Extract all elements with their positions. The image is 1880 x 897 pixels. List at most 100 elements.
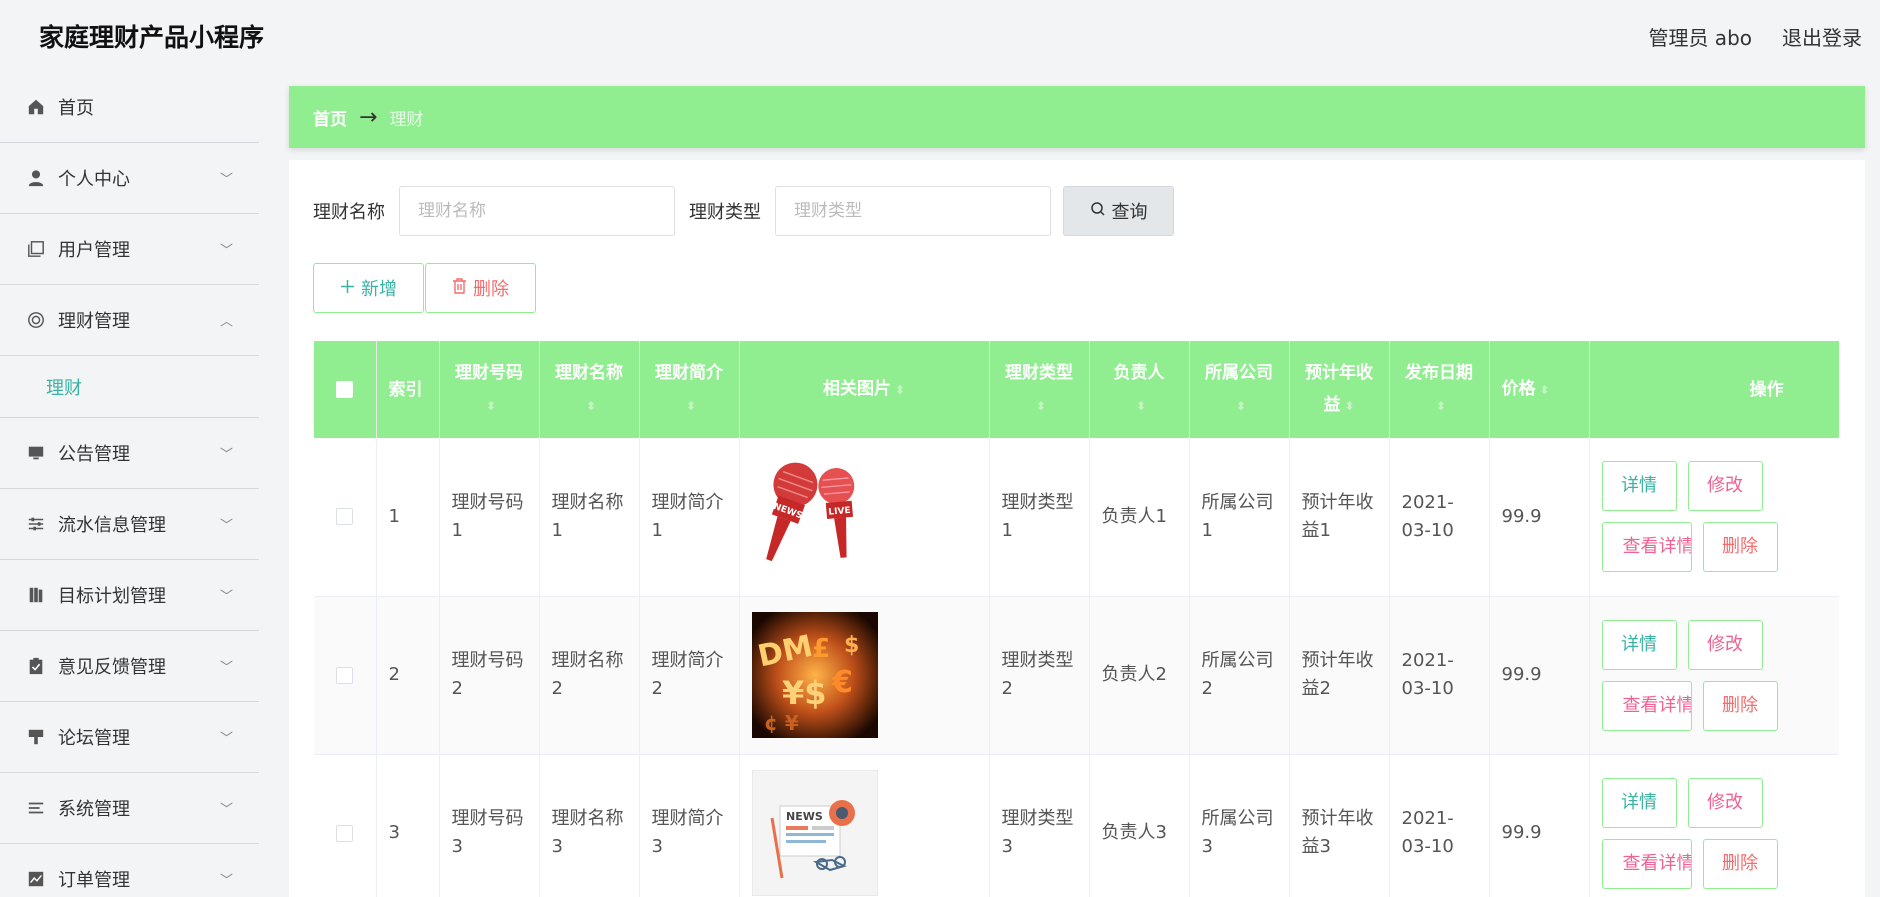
header-owner[interactable]: 负责人 ⬍ [1089,341,1190,438]
view-detail-button[interactable]: 查看详情 [1601,680,1692,731]
svg-text:€: € [831,665,853,700]
name-search-input[interactable] [399,186,675,236]
monitor-icon [26,443,46,463]
logout-link[interactable]: 退出登录 [1782,22,1862,51]
header-yield[interactable]: 预计年收益 ⬍ [1289,341,1390,438]
svg-text:¥$: ¥$ [782,674,827,712]
row-checkbox-cell [314,438,377,597]
view-detail-button[interactable]: 查看详情 [1601,522,1692,573]
header-label: 预计年收益 [1305,363,1373,415]
copy-icon [26,239,46,259]
header-label: 价格 [1501,379,1536,399]
row-checkbox[interactable] [336,824,354,842]
chevron-down-icon: ﹀ [219,518,233,534]
sort-icon[interactable]: ⬍ [686,390,696,422]
delete-button[interactable]: 删除 [425,263,536,313]
cell-yield: 预计年收益3 [1289,754,1390,897]
sidebar-item-label: 理财管理 [58,311,130,332]
sidebar-item-announcement[interactable]: 公告管理 ﹀ [0,418,259,489]
sort-icon[interactable]: ⬍ [1136,390,1146,422]
sidebar-item-label: 公告管理 [58,444,130,465]
cell-owner: 负责人2 [1089,596,1190,755]
sidebar-item-goal-plan[interactable]: 目标计划管理 ﹀ [0,560,259,631]
sidebar-item-home[interactable]: 首页 [0,72,259,143]
header-code[interactable]: 理财号码 ⬍ [439,341,540,438]
cell-type: 理财类型2 [989,596,1090,755]
sidebar-item-user-management[interactable]: 用户管理 ﹀ [0,214,259,285]
sort-icon[interactable]: ⬍ [1236,390,1246,422]
select-all-checkbox[interactable] [336,381,354,398]
sort-icon[interactable]: ⬍ [586,390,596,422]
cell-index: 3 [376,754,440,897]
header-image[interactable]: 相关图片 ⬍ [739,341,990,438]
sort-icon[interactable]: ⬍ [1344,390,1354,422]
edit-button[interactable]: 修改 [1687,777,1763,828]
edit-button[interactable]: 修改 [1687,619,1763,670]
detail-button[interactable]: 详情 [1601,461,1677,512]
header-label: 操作 [1749,379,1784,400]
sort-icon[interactable]: ⬍ [486,390,496,422]
row-checkbox[interactable] [336,666,354,684]
detail-button[interactable]: 详情 [1601,777,1677,828]
detail-button[interactable]: 详情 [1601,619,1677,670]
current-user: 管理员 abo [1648,26,1752,50]
sidebar-item-feedback[interactable]: 意见反馈管理 ﹀ [0,631,259,702]
cell-company: 所属公司3 [1189,754,1290,897]
row-delete-button[interactable]: 删除 [1702,838,1778,889]
header-date[interactable]: 发布日期 ⬍ [1389,341,1490,438]
sidebar-item-forum[interactable]: 论坛管理 ﹀ [0,702,259,773]
header-label: 理财号码 [455,363,523,383]
sidebar-item-label: 用户管理 [58,240,130,261]
table-row: 1 理财号码1 理财名称1 理财简介1 NEWS LIVE 理财类型1 负责人1… [314,438,1839,597]
row-checkbox[interactable] [336,508,354,526]
sidebar-item-personal-center[interactable]: 个人中心 ﹀ [0,143,259,214]
sort-icon[interactable]: ⬍ [1540,374,1550,406]
add-button[interactable]: 新增 [313,263,424,313]
sort-icon[interactable]: ⬍ [895,374,905,406]
sort-icon[interactable]: ⬍ [1436,390,1446,422]
header-right: 管理员 abo 退出登录 [1648,22,1862,51]
sidebar-item-label: 论坛管理 [58,728,130,749]
chevron-up-icon: ︿ [219,314,233,330]
header-type[interactable]: 理财类型 ⬍ [989,341,1090,438]
view-detail-button[interactable]: 查看详情 [1601,838,1692,889]
cell-company: 所属公司1 [1189,438,1290,597]
header-intro[interactable]: 理财简介 ⬍ [639,341,740,438]
header-price[interactable]: 价格 ⬍ [1489,341,1590,438]
header-company[interactable]: 所属公司 ⬍ [1189,341,1290,438]
header-label: 负责人 [1113,363,1165,383]
cell-owner: 负责人3 [1089,754,1190,897]
sidebar-item-label: 订单管理 [58,870,130,891]
sidebar-item-label: 目标计划管理 [58,586,166,607]
sort-icon[interactable]: ⬍ [1036,390,1046,422]
newspaper-image[interactable]: NEWS [751,770,878,896]
chevron-down-icon: ﹀ [219,873,233,889]
action-bar: 新增 删除 [313,263,536,313]
currency-image[interactable]: DM £ ¥$ € $ ¢ ¥ [751,612,878,738]
header-label: 索引 [388,379,423,400]
sidebar-item-system[interactable]: 系统管理 ﹀ [0,773,259,844]
sidebar-item-cashflow[interactable]: 流水信息管理 ﹀ [0,489,259,560]
sidebar-item-finance-management[interactable]: 理财管理 ︿ [0,285,259,356]
delete-label: 删除 [473,279,509,300]
sidebar-item-orders[interactable]: 订单管理 ﹀ [0,844,259,897]
cell-type: 理财类型1 [989,438,1090,597]
plus-icon [340,278,355,299]
chevron-down-icon: ﹀ [219,660,233,676]
edit-button[interactable]: 修改 [1687,461,1763,512]
row-delete-button[interactable]: 删除 [1702,522,1778,573]
microphone-image[interactable]: NEWS LIVE [751,453,878,580]
type-search-input[interactable] [775,186,1051,236]
sidebar-subitem-finance[interactable]: 理财 [0,356,259,418]
breadcrumb-home[interactable]: 首页 [313,105,347,130]
svg-text:¢ ¥: ¢ ¥ [764,711,799,735]
query-button[interactable]: 查询 [1063,186,1174,236]
query-label: 查询 [1111,202,1148,223]
header-name[interactable]: 理财名称 ⬍ [539,341,640,438]
header-label: 理财名称 [555,363,623,383]
select-all-header [314,341,377,438]
row-delete-button[interactable]: 删除 [1702,680,1778,731]
cell-price: 99.9 [1489,438,1590,597]
breadcrumb-current: 理财 [389,109,424,130]
sidebar-item-label: 首页 [58,98,94,119]
